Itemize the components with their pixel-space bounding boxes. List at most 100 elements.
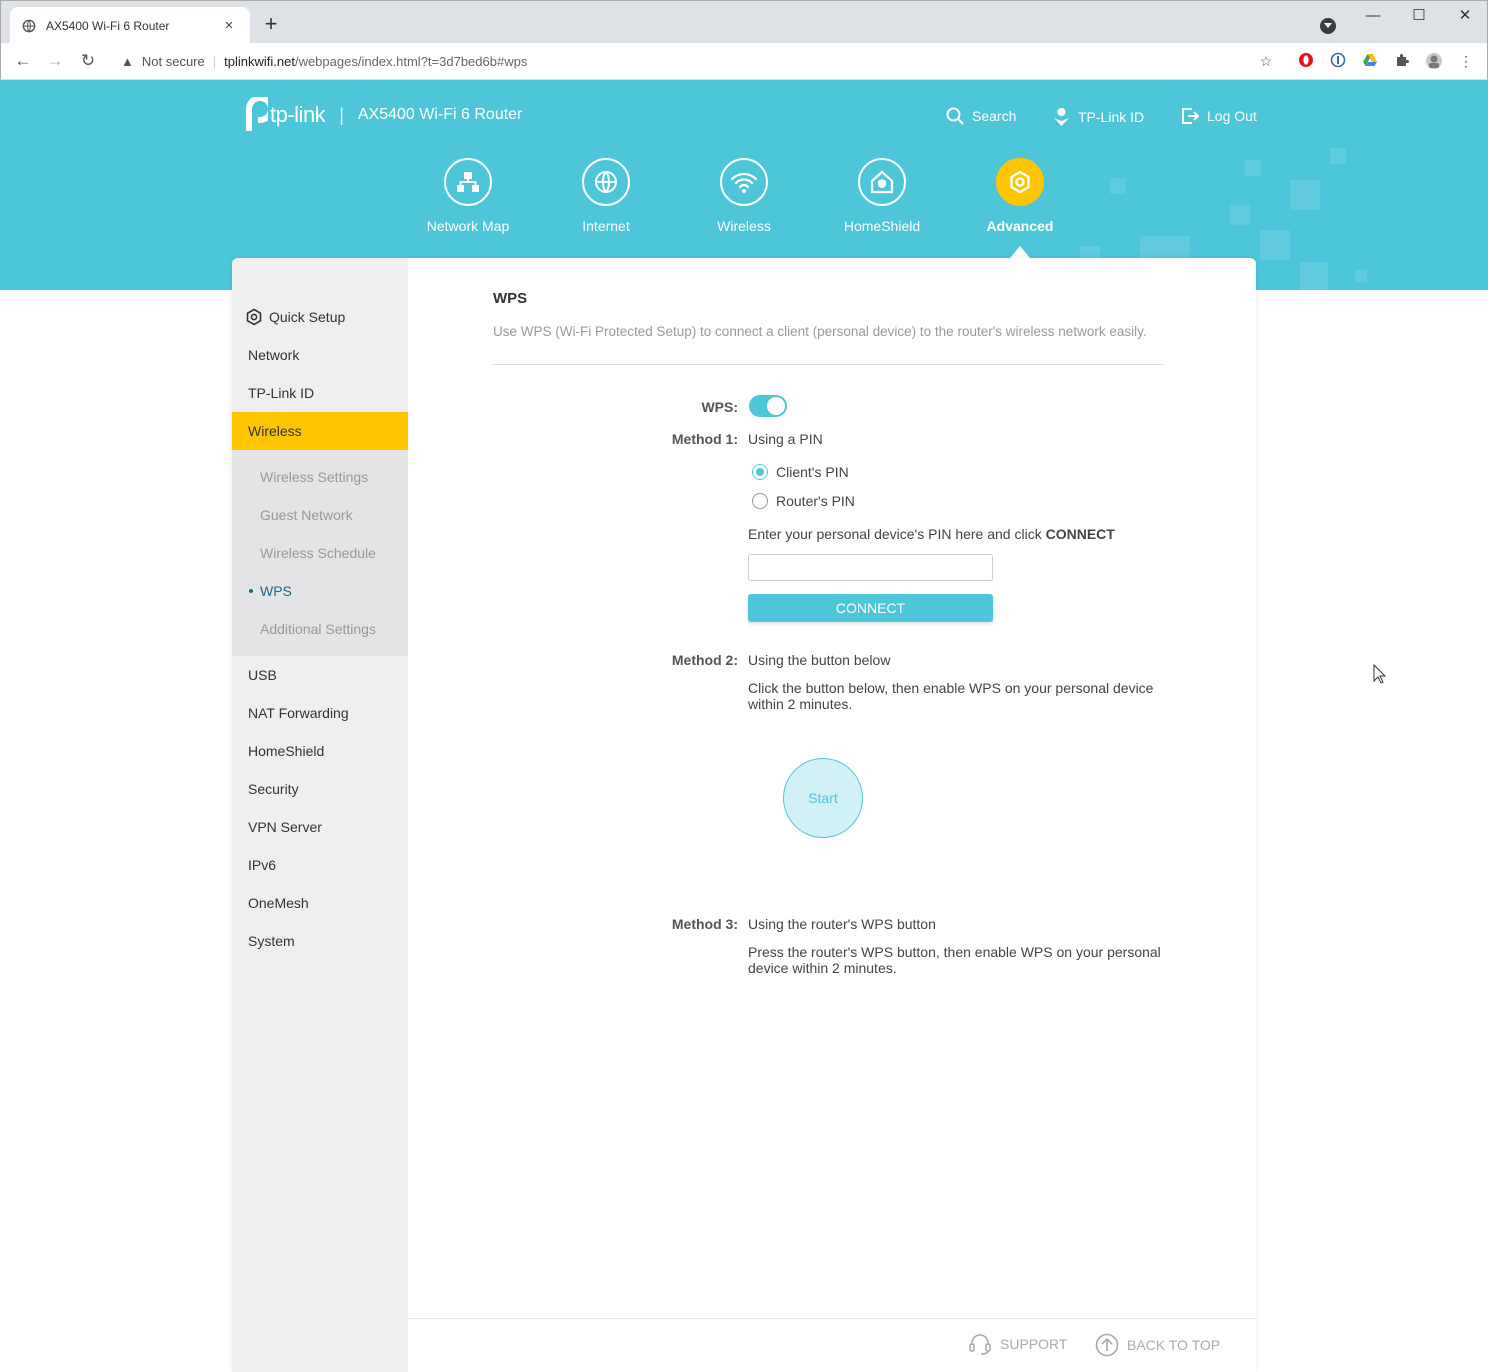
method3-title: Using the router's WPS button — [748, 916, 936, 932]
globe-icon — [22, 19, 36, 32]
brand-logo[interactable]: tp-link | AX5400 Wi-Fi 6 Router — [232, 97, 522, 133]
search-link[interactable]: Search — [946, 107, 1016, 125]
radio-clients-pin-label[interactable]: Client's PIN — [776, 464, 849, 480]
tplink-id-link[interactable]: TP-Link ID — [1053, 107, 1144, 127]
sidebar-item-guest-network[interactable]: Guest Network — [232, 496, 408, 534]
sidebar-item-onemesh[interactable]: OneMesh — [232, 884, 408, 922]
sidebar-item-additional-settings[interactable]: Additional Settings — [232, 610, 408, 648]
opera-extension-icon[interactable] — [1297, 52, 1315, 70]
forward-arrow-icon[interactable]: → — [43, 49, 67, 73]
radio-clients-pin[interactable] — [752, 464, 768, 480]
nav-network-map[interactable]: Network Map — [413, 158, 523, 234]
profile-menu-icon[interactable] — [1320, 18, 1336, 34]
sidebar-item-usb[interactable]: USB — [232, 656, 408, 694]
sidebar-item-ipv6[interactable]: IPv6 — [232, 846, 408, 884]
nav-internet[interactable]: Internet — [551, 158, 661, 234]
decor-square — [1110, 178, 1126, 194]
browser-tab-strip: AX5400 Wi-Fi 6 Router × + — ☐ ✕ — [0, 0, 1488, 44]
tab-close-icon[interactable]: × — [220, 17, 238, 34]
browser-menu-icon[interactable]: ⋮ — [1457, 52, 1475, 70]
maximize-button[interactable]: ☐ — [1404, 5, 1434, 29]
url-path: /webpages/index.html?t=3d7bed6b#wps — [294, 54, 528, 69]
password-manager-extension-icon[interactable] — [1329, 52, 1347, 70]
minimize-button[interactable]: — — [1358, 5, 1388, 29]
method1-title: Using a PIN — [748, 431, 823, 447]
mouse-cursor-icon — [1373, 664, 1387, 684]
back-to-top-label: BACK TO TOP — [1127, 1337, 1221, 1353]
nav-advanced[interactable]: Advanced — [965, 158, 1075, 234]
sidebar-item-label: Quick Setup — [269, 309, 346, 325]
method2-label: Method 2: — [671, 652, 738, 668]
nav-label: HomeShield — [843, 218, 921, 234]
browser-toolbar: ← → ↻ ▲ Not secure | tplinkwifi.net/webp… — [0, 43, 1488, 80]
decor-square — [1300, 262, 1328, 290]
connect-button[interactable]: CONNECT — [748, 594, 993, 622]
sidebar-item-tplink-id[interactable]: TP-Link ID — [232, 374, 408, 412]
arrow-up-circle-icon — [1095, 1333, 1119, 1357]
wps-toggle[interactable] — [749, 395, 787, 417]
radio-routers-pin[interactable] — [752, 493, 768, 509]
nav-wireless[interactable]: Wireless — [689, 158, 799, 234]
tplink-logo-icon — [236, 97, 268, 131]
bookmark-star-icon[interactable]: ☆ — [1257, 52, 1275, 70]
globe-icon — [582, 158, 630, 206]
radio-routers-pin-label[interactable]: Router's PIN — [776, 493, 855, 509]
tab-title: AX5400 Wi-Fi 6 Router — [46, 18, 170, 33]
security-status: Not secure — [141, 54, 205, 69]
method1-label: Method 1: — [671, 431, 738, 447]
active-nav-pointer — [1010, 246, 1030, 258]
address-bar[interactable]: ▲ Not secure | tplinkwifi.net/webpages/i… — [111, 47, 1291, 76]
search-icon — [946, 107, 964, 125]
pin-instructions-bold: CONNECT — [1045, 526, 1115, 542]
decor-square — [1245, 160, 1261, 176]
omnibox-separator: | — [212, 54, 217, 69]
network-map-icon — [444, 158, 492, 206]
method2-description: Click the button below, then enable WPS … — [748, 680, 1154, 712]
browser-tab[interactable]: AX5400 Wi-Fi 6 Router × — [10, 7, 250, 44]
support-label: SUPPORT — [1000, 1336, 1068, 1352]
sidebar-item-wireless[interactable]: Wireless — [232, 412, 408, 450]
back-arrow-icon[interactable]: ← — [11, 49, 35, 73]
puzzle-extension-icon[interactable] — [1393, 52, 1411, 70]
headset-icon — [969, 1334, 991, 1355]
avatar[interactable] — [1425, 52, 1443, 70]
gear-icon — [246, 308, 262, 326]
content-panel: WPS Use WPS (Wi-Fi Protected Setup) to c… — [408, 258, 1256, 1372]
url-host: tplinkwifi.net — [224, 54, 295, 69]
logo-separator: | — [339, 104, 344, 125]
tplink-id-label: TP-Link ID — [1078, 109, 1145, 125]
start-button[interactable]: Start — [783, 758, 863, 838]
reload-icon[interactable]: ↻ — [76, 49, 100, 73]
gear-icon — [996, 158, 1044, 206]
sidebar-item-wireless-schedule[interactable]: Wireless Schedule — [232, 534, 408, 572]
footer: SUPPORT BACK TO TOP — [408, 1318, 1256, 1372]
decor-square — [1330, 148, 1346, 164]
close-window-button[interactable]: ✕ — [1450, 5, 1480, 29]
decor-square — [1290, 180, 1320, 210]
sidebar-item-security[interactable]: Security — [232, 770, 408, 808]
sidebar-item-quick-setup[interactable]: Quick Setup — [232, 298, 408, 336]
pin-instructions-text: Enter your personal device's PIN here an… — [748, 526, 1046, 542]
sidebar-item-homeshield[interactable]: HomeShield — [232, 732, 408, 770]
sidebar-item-wps[interactable]: WPS — [232, 572, 408, 610]
support-link[interactable]: SUPPORT — [968, 1333, 1067, 1355]
pin-input[interactable] — [748, 554, 993, 581]
pin-instructions: Enter your personal device's PIN here an… — [748, 526, 1115, 542]
homeshield-icon — [858, 158, 906, 206]
nav-label: Network Map — [426, 218, 510, 234]
sidebar-item-wireless-settings[interactable]: Wireless Settings — [232, 458, 408, 496]
wireless-submenu: Wireless Settings Guest Network Wireless… — [232, 450, 408, 656]
sidebar-item-system[interactable]: System — [232, 922, 408, 960]
drive-extension-icon[interactable] — [1361, 52, 1379, 70]
back-to-top-link[interactable]: BACK TO TOP — [1095, 1333, 1220, 1357]
nav-label: Wireless — [717, 218, 771, 234]
sidebar-item-network[interactable]: Network — [232, 336, 408, 374]
logo-text: tp-link — [270, 102, 326, 127]
logout-link[interactable]: Log Out — [1181, 107, 1257, 125]
new-tab-button[interactable]: + — [261, 13, 281, 37]
main-card: Quick Setup Network TP-Link ID Wireless … — [232, 258, 1256, 1372]
nav-homeshield[interactable]: HomeShield — [827, 158, 937, 234]
sidebar-item-nat-forwarding[interactable]: NAT Forwarding — [232, 694, 408, 732]
router-model: AX5400 Wi-Fi 6 Router — [357, 106, 523, 123]
sidebar-item-vpn-server[interactable]: VPN Server — [232, 808, 408, 846]
